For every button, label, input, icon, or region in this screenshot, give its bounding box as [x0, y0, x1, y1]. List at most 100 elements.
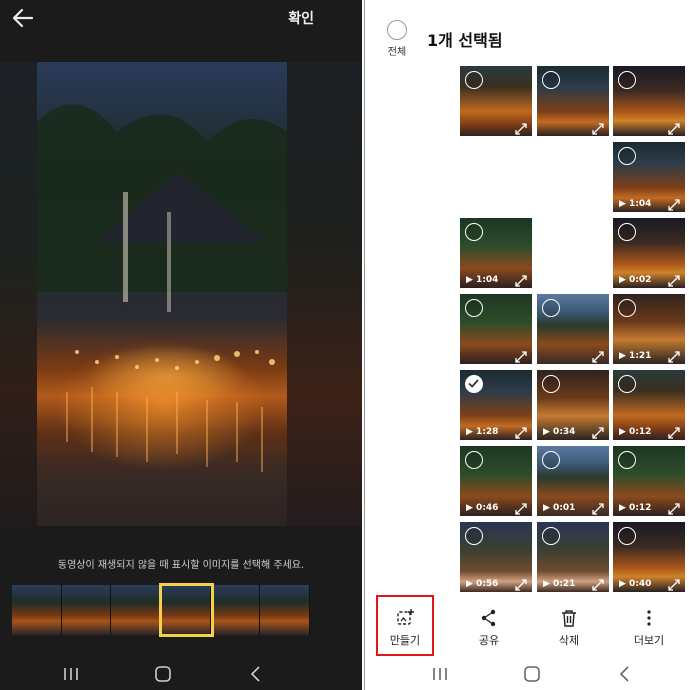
- more-vertical-icon: [647, 610, 651, 626]
- media-thumbnail[interactable]: [460, 294, 532, 364]
- media-thumbnail[interactable]: ▶ 1:28: [460, 370, 532, 440]
- back-nav-icon[interactable]: [244, 663, 268, 685]
- media-thumbnail[interactable]: ▶ 0:34: [537, 370, 609, 440]
- editor-top-bar: 확인: [0, 0, 362, 36]
- system-nav-bar: [0, 656, 362, 690]
- share-icon: [481, 609, 496, 627]
- select-circle-icon[interactable]: [465, 223, 483, 241]
- action-bar: 만들기 공유 삭제 더보기: [365, 592, 689, 656]
- selection-count-title: 1개 선택됨: [427, 31, 503, 50]
- checkbox-circle-icon: [387, 20, 407, 40]
- preview-image[interactable]: [37, 62, 287, 526]
- video-duration: ▶ 0:12: [619, 503, 652, 513]
- select-circle-icon[interactable]: [542, 299, 560, 317]
- select-circle-icon[interactable]: [618, 223, 636, 241]
- cover-image-editor: 확인 동영상이 재생되지 않을 때 표시할 이미지를 선택해 주세요.: [0, 0, 362, 690]
- video-duration: ▶ 0:34: [543, 427, 576, 437]
- select-circle-icon[interactable]: [618, 147, 636, 165]
- frame-thumbnail[interactable]: [260, 585, 311, 635]
- media-thumbnail[interactable]: ▶ 0:12: [613, 446, 685, 516]
- expand-icon[interactable]: [668, 120, 680, 135]
- video-duration: ▶ 1:04: [466, 275, 499, 285]
- media-thumbnail[interactable]: ▶ 0:02: [613, 218, 685, 288]
- expand-icon[interactable]: [668, 576, 680, 591]
- more-button[interactable]: 더보기: [619, 608, 679, 648]
- video-duration: ▶ 1:28: [466, 427, 499, 437]
- select-circle-icon[interactable]: [465, 451, 483, 469]
- select-circle-icon[interactable]: [465, 71, 483, 89]
- select-circle-icon[interactable]: [542, 375, 560, 393]
- frame-thumbnail[interactable]: [210, 585, 261, 635]
- select-circle-icon[interactable]: [542, 527, 560, 545]
- preview-outside-left: [0, 62, 37, 526]
- expand-icon[interactable]: [515, 576, 527, 591]
- media-thumbnail[interactable]: [613, 66, 685, 136]
- cover-selection-hint: 동영상이 재생되지 않을 때 표시할 이미지를 선택해 주세요.: [57, 560, 305, 571]
- select-circle-icon[interactable]: [618, 299, 636, 317]
- select-circle-icon[interactable]: [618, 375, 636, 393]
- media-thumbnail[interactable]: ▶ 0:12: [613, 370, 685, 440]
- expand-icon[interactable]: [668, 196, 680, 211]
- recent-apps-icon[interactable]: [59, 663, 83, 685]
- confirm-button[interactable]: 확인: [288, 8, 314, 28]
- select-circle-icon[interactable]: [465, 527, 483, 545]
- video-duration: ▶ 0:21: [543, 579, 576, 589]
- video-duration: ▶ 0:56: [466, 579, 499, 589]
- select-circle-icon[interactable]: [542, 71, 560, 89]
- expand-icon[interactable]: [668, 500, 680, 515]
- home-icon[interactable]: [520, 663, 544, 685]
- expand-icon[interactable]: [592, 120, 604, 135]
- expand-icon[interactable]: [515, 348, 527, 363]
- video-duration: ▶ 1:04: [619, 199, 652, 209]
- video-duration: ▶ 0:02: [619, 275, 652, 285]
- frame-thumbnail[interactable]: [61, 585, 112, 635]
- select-all-checkbox[interactable]: 전체: [385, 20, 409, 58]
- media-thumbnail[interactable]: ▶ 0:01: [537, 446, 609, 516]
- select-circle-icon[interactable]: [618, 527, 636, 545]
- expand-icon[interactable]: [668, 424, 680, 439]
- media-thumbnail[interactable]: ▶ 1:04: [460, 218, 532, 288]
- video-duration: ▶ 0:12: [619, 427, 652, 437]
- media-thumbnail[interactable]: ▶ 0:46: [460, 446, 532, 516]
- make-button-highlight: [376, 595, 434, 656]
- select-all-label: 전체: [387, 47, 407, 58]
- system-nav-bar: [365, 656, 689, 690]
- select-circle-icon[interactable]: [618, 451, 636, 469]
- gallery-selection: 전체 1개 선택됨 ▶ 1:04 ▶ 1:04 ▶ 0:02 ▶ 1:21 ▶ 1:28…: [364, 0, 689, 690]
- expand-icon[interactable]: [515, 120, 527, 135]
- expand-icon[interactable]: [668, 348, 680, 363]
- expand-icon[interactable]: [515, 424, 527, 439]
- share-button[interactable]: 공유: [459, 608, 519, 648]
- media-thumbnail[interactable]: [537, 66, 609, 136]
- frame-thumbnail[interactable]: [12, 585, 62, 635]
- media-thumbnail[interactable]: ▶ 1:21: [613, 294, 685, 364]
- select-circle-icon[interactable]: [465, 299, 483, 317]
- back-arrow-icon[interactable]: [10, 6, 36, 30]
- media-thumbnail[interactable]: ▶ 0:21: [537, 522, 609, 592]
- video-duration: ▶ 0:46: [466, 503, 499, 513]
- media-thumbnail[interactable]: [537, 294, 609, 364]
- selected-frame-handle[interactable]: [159, 583, 214, 637]
- expand-icon[interactable]: [592, 424, 604, 439]
- video-duration: ▶ 1:21: [619, 351, 652, 361]
- more-label: 더보기: [633, 634, 665, 647]
- frame-thumbnail[interactable]: [111, 585, 162, 635]
- recent-apps-icon[interactable]: [428, 663, 452, 685]
- media-thumbnail[interactable]: [460, 66, 532, 136]
- select-circle-icon[interactable]: [618, 71, 636, 89]
- back-nav-icon[interactable]: [613, 663, 637, 685]
- media-thumbnail[interactable]: ▶ 1:04: [613, 142, 685, 212]
- expand-icon[interactable]: [592, 576, 604, 591]
- video-duration: ▶ 0:40: [619, 579, 652, 589]
- delete-button[interactable]: 삭제: [539, 608, 599, 648]
- media-thumbnail[interactable]: ▶ 0:56: [460, 522, 532, 592]
- select-circle-icon[interactable]: [542, 451, 560, 469]
- checked-icon[interactable]: [465, 375, 483, 393]
- media-thumbnail[interactable]: ▶ 0:40: [613, 522, 685, 592]
- expand-icon[interactable]: [515, 500, 527, 515]
- home-icon[interactable]: [151, 663, 175, 685]
- expand-icon[interactable]: [592, 348, 604, 363]
- expand-icon[interactable]: [515, 272, 527, 287]
- expand-icon[interactable]: [668, 272, 680, 287]
- expand-icon[interactable]: [592, 500, 604, 515]
